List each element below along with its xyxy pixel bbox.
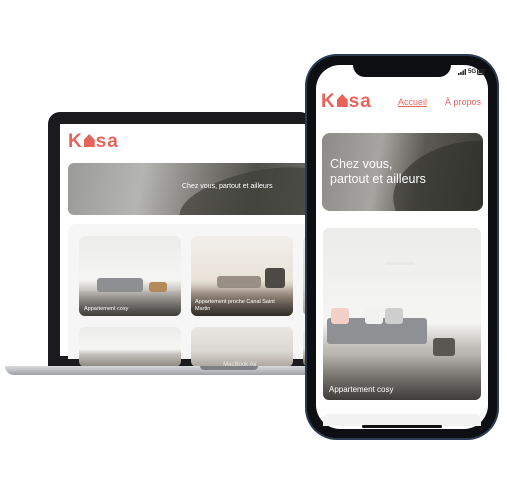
- laptop-card-row2-1[interactable]: [79, 327, 181, 367]
- banner-line-1: Chez vous,: [330, 157, 393, 171]
- nav-link-a-propos[interactable]: À propos: [445, 97, 481, 107]
- phone-logo[interactable]: Ksa: [321, 91, 372, 113]
- laptop-banner-text: Chez vous, partout et ailleurs: [182, 183, 273, 190]
- house-icon: [336, 94, 348, 107]
- banner-line-2: partout et ailleurs: [330, 172, 426, 186]
- card-title: Appartement cosy: [84, 306, 129, 312]
- battery-icon: [477, 69, 486, 77]
- home-indicator: [362, 425, 442, 428]
- laptop-card-row2-2[interactable]: [191, 327, 293, 367]
- phone-notch: [353, 61, 451, 77]
- network-label: 5G: [468, 69, 477, 75]
- laptop-card-appartement-cosy[interactable]: Appartement cosy: [79, 236, 181, 316]
- signal-bars-icon: [458, 69, 466, 77]
- phone-banner-text: Chez vous, partout et ailleurs: [330, 157, 470, 187]
- phone-card-appartement-cosy[interactable]: [323, 228, 481, 400]
- laptop-model-label: MacBook Air: [223, 362, 257, 368]
- house-icon: [83, 134, 95, 147]
- nav-link-accueil[interactable]: Accueil: [398, 97, 427, 107]
- laptop-logo[interactable]: Ksa: [68, 131, 119, 153]
- laptop-card-canal-saint-martin[interactable]: Appartement proche Canal Saint Martin: [191, 236, 293, 316]
- card-title: Appartement proche Canal Saint Martin: [195, 299, 275, 312]
- card-title: Appartement cosy: [329, 385, 394, 394]
- laptop-base: [5, 366, 325, 375]
